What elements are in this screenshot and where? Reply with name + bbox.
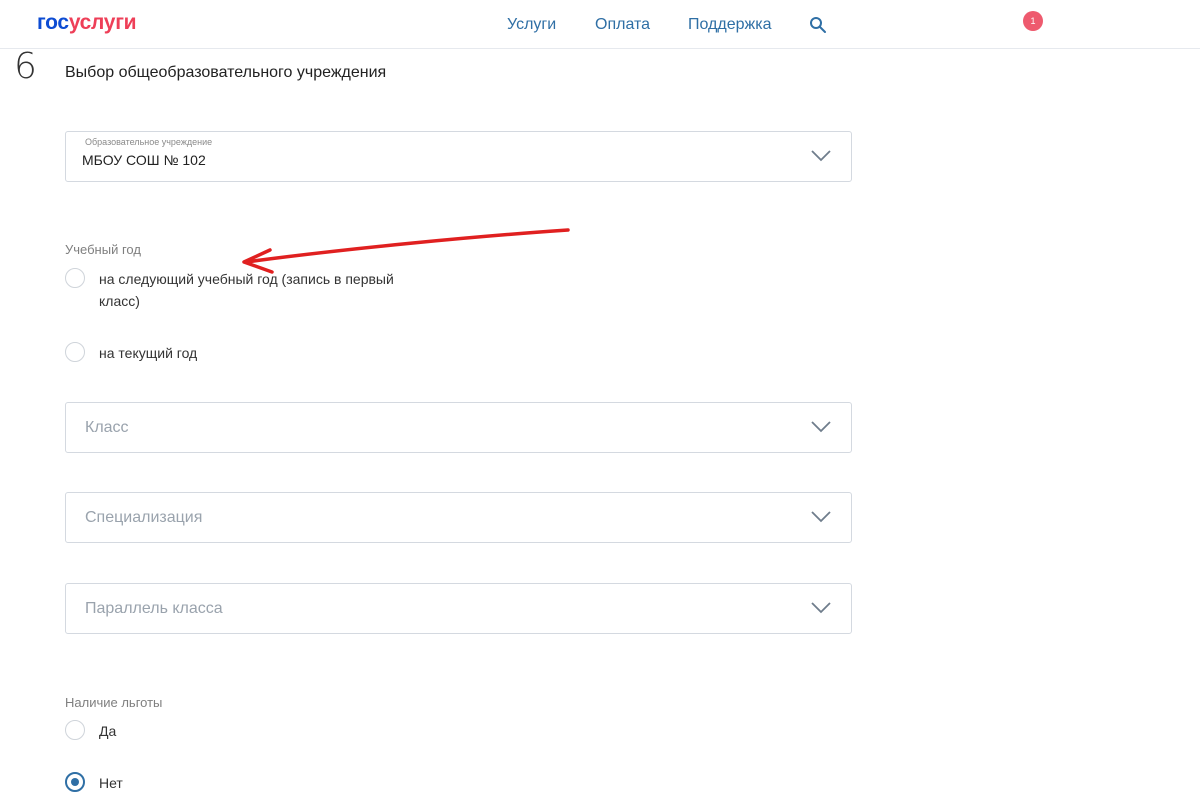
nav-link-support[interactable]: Поддержка [688,16,771,34]
radio-current-year-label[interactable]: на текущий год [99,342,197,364]
nav-link-payment[interactable]: Оплата [595,16,650,34]
gosuslugi-logo[interactable]: госуслуги [37,11,137,35]
radio-current-year[interactable] [65,342,85,362]
school-year-label: Учебный год [65,242,141,257]
specialization-select[interactable]: Специализация [65,492,852,543]
benefit-label: Наличие льготы [65,695,163,710]
class-select[interactable]: Класс [65,402,852,453]
notification-badge[interactable]: 1 [1023,11,1043,31]
institution-select-label: Образовательное учреждение [85,137,213,147]
radio-benefit-no-label[interactable]: Нет [99,772,123,794]
top-header: госуслуги Услуги Оплата Поддержка 1 [0,0,1200,49]
institution-select[interactable]: Образовательное учреждение МБОУ СОШ № 10… [65,131,852,182]
radio-next-year[interactable] [65,268,85,288]
specialization-select-placeholder: Специализация [85,509,203,526]
step-number: 6 [14,46,37,87]
radio-benefit-yes[interactable] [65,720,85,740]
radio-benefit-no[interactable] [65,772,85,792]
chevron-down-icon [811,150,831,162]
logo-text-part1: гос [37,11,69,34]
class-parallel-select-placeholder: Параллель класса [85,600,223,617]
annotation-arrow-icon [242,228,570,274]
chevron-down-icon [811,421,831,433]
section-title: Выбор общеобразовательного учреждения [65,64,387,81]
search-icon[interactable] [809,16,827,34]
class-parallel-select[interactable]: Параллель класса [65,583,852,634]
chevron-down-icon [811,511,831,523]
chevron-down-icon [811,602,831,614]
logo-text-part2: услуги [68,11,137,34]
institution-select-value: МБОУ СОШ № 102 [82,152,206,168]
radio-benefit-yes-label[interactable]: Да [99,720,116,742]
nav-link-services[interactable]: Услуги [507,16,556,34]
class-select-placeholder: Класс [85,419,129,436]
